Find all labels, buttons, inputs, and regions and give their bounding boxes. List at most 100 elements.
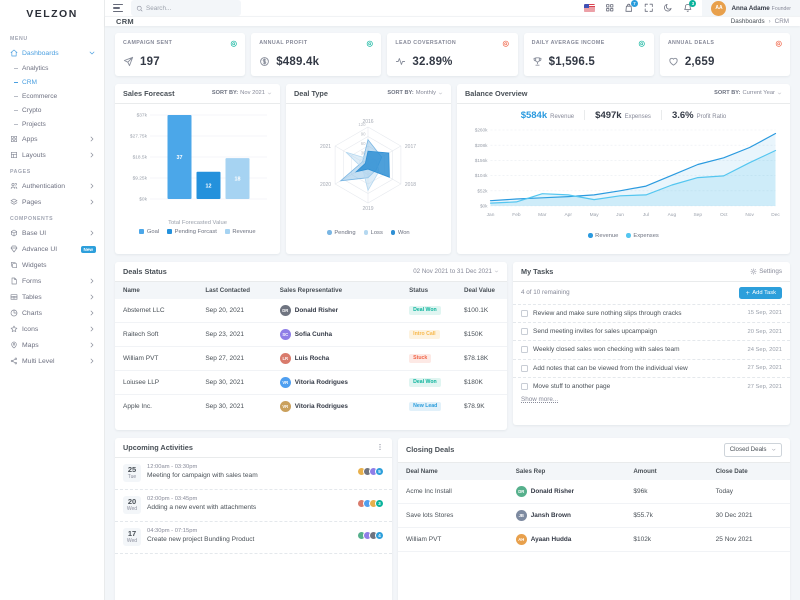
status-badge: Stuck [409,354,431,363]
balance-stats: $584kRevenue $497kExpenses 3.6%Profit Ra… [521,107,727,122]
x-axis-label: Total Forecasted Value [168,220,227,226]
sidebar-item-crm[interactable]: CRM [0,75,104,89]
status-badge: New Lead [409,402,441,411]
svg-text:Sep: Sep [693,212,702,218]
svg-text:$18.5k: $18.5k [133,154,148,160]
sidebar-item-base-ui[interactable]: Base UI [0,225,104,241]
sidebar-item-projects[interactable]: Projects [0,117,104,131]
trend-icon [638,40,646,50]
table-header: NameLast ContactedSales RepresentativeSt… [115,282,507,299]
task-checkbox[interactable] [521,328,528,335]
task-checkbox[interactable] [521,346,528,353]
trend-icon [502,40,510,50]
sidebar: VELZON MENU Dashboards Analytics CRM Eco… [0,0,105,600]
search-input[interactable] [146,5,236,12]
chevron-right-icon [88,277,96,285]
sidebar-item-authentication[interactable]: Authentication [0,178,104,194]
map-pin-icon [10,341,18,349]
upcoming-activities-card: Upcoming Activities 25Tue 12:00am - 03:3… [115,438,392,600]
svg-text:$9.25k: $9.25k [133,175,148,181]
topbar-actions: 7 3 AA Anna Adame Founder [584,0,800,16]
chart-legend: Goal Pending Forcast Revenue [139,229,255,235]
sidebar-item-apps[interactable]: Apps [0,131,104,147]
apps-grid-icon[interactable] [605,3,615,13]
sidebar-item-widgets[interactable]: Widgets [0,257,104,273]
deal-type-radar-chart: 2016201720182019202020211209060300 [294,107,443,227]
apps-icon [10,135,18,143]
sidebar-item-pages[interactable]: Pages [0,194,104,210]
sidebar-item-layouts[interactable]: Layouts [0,147,104,163]
kpi-row: CAMPAIGN SENT 197 ANNUAL PROFIT $489.4k … [115,33,790,76]
bullet [14,110,18,111]
sidebar-item-maps[interactable]: Maps [0,337,104,353]
sidebar-item-crypto[interactable]: Crypto [0,103,104,117]
closed-deals-select[interactable]: Closed Deals [724,443,782,457]
avatar: JB [516,510,527,521]
file-icon [10,277,18,285]
kebab-menu-icon[interactable] [376,443,384,451]
dashboards-icon [10,49,18,57]
status-badge: Deal Won [409,378,441,387]
svg-text:18: 18 [235,176,241,182]
trend-icon [775,40,783,50]
task-checkbox[interactable] [521,365,528,372]
table-row: William PVT AHAyaan Hudda $102k25 Nov 20… [398,528,790,552]
sidebar-item-forms[interactable]: Forms [0,273,104,289]
balance-sort-dropdown[interactable]: SORT BY:Current Year [714,90,782,96]
caret-down-icon [494,269,499,274]
menu-toggle-icon[interactable] [113,4,123,12]
sidebar-item-advance-ui[interactable]: Advance UI New [0,241,104,257]
notifications-bell-icon[interactable]: 3 [683,3,693,13]
chevron-right-icon [88,198,96,206]
task-item: Add notes that can be viewed from the in… [513,360,790,378]
balance-overview-area-chart: $0k$52k$104k$156k$208k$260kJanFebMarAprM… [463,122,784,230]
user-menu[interactable]: AA Anna Adame Founder [702,0,800,16]
layers-icon [10,198,18,206]
add-task-button[interactable]: Add Task [739,287,782,299]
sidebar-item-ecommerce[interactable]: Ecommerce [0,89,104,103]
breadcrumb-dashboards[interactable]: Dashboards [731,18,765,25]
cart-icon[interactable]: 7 [624,3,634,13]
chevron-right-icon [88,341,96,349]
sidebar-item-analytics[interactable]: Analytics [0,61,104,75]
show-more-link[interactable]: Show more... [513,392,566,407]
chart-legend: Revenue Expenses [588,233,659,239]
sidebar-item-dashboards[interactable]: Dashboards [0,45,104,61]
language-flag-icon[interactable] [584,4,595,12]
bullet [14,68,18,69]
sales-sort-dropdown[interactable]: SORT BY:Nov 2021 [212,90,272,96]
nav-section-menu: MENU [0,30,104,45]
sidebar-item-tables[interactable]: Tables [0,289,104,305]
sidebar-item-charts[interactable]: Charts [0,305,104,321]
caret-down-icon [267,91,272,96]
svg-text:$0k: $0k [480,203,488,208]
task-checkbox[interactable] [521,310,528,317]
task-checkbox[interactable] [521,383,528,390]
sidebar-item-multi-level[interactable]: Multi Level [0,353,104,369]
tasks-settings-button[interactable]: Settings [750,268,782,275]
kpi-card-daily-average-income: DAILY AVERAGE INCOME $1,596.5 [524,33,654,76]
avatar: DR [516,486,527,497]
table-row: Acme Inc Install DRDonald Risher $96kTod… [398,480,790,504]
deal-type-sort-dropdown[interactable]: SORT BY:Monthly [387,90,443,96]
svg-text:$27.75k: $27.75k [130,133,148,139]
page-title: CRM [116,17,134,26]
sales-forecast-bar-chart: $0k$9.25k$18.5k$27.75k$37k371218 [123,107,272,219]
chevron-right-icon [88,135,96,143]
sidebar-nav: MENU Dashboards Analytics CRM Ecommerce … [0,28,104,371]
heart-icon [668,56,679,67]
avatar: VR [280,377,291,388]
dark-mode-icon[interactable] [663,3,673,13]
cube-icon [10,229,18,237]
svg-text:12: 12 [206,183,212,189]
avatar: AH [516,534,527,545]
sidebar-item-icons[interactable]: Icons [0,321,104,337]
gear-icon [750,268,757,275]
fullscreen-icon[interactable] [644,3,654,13]
svg-text:$52k: $52k [477,188,488,193]
svg-text:Aug: Aug [668,212,677,218]
app-logo[interactable]: VELZON [0,0,104,28]
date-range-dropdown[interactable]: 02 Nov 2021 to 31 Dec 2021 [413,268,499,275]
page-content: CAMPAIGN SENT 197 ANNUAL PROFIT $489.4k … [105,26,800,600]
svg-text:$0k: $0k [139,196,147,202]
